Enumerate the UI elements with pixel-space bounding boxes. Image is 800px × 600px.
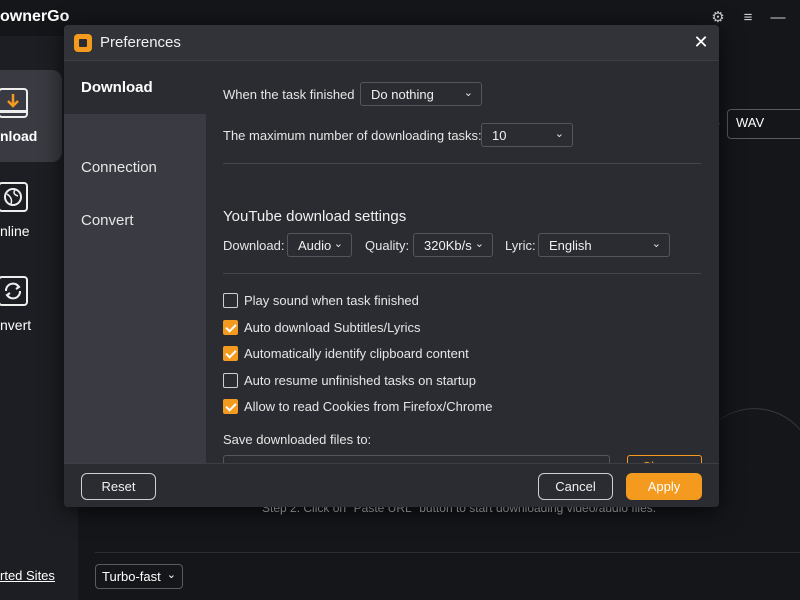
- max-tasks-value: 10: [492, 128, 507, 143]
- reset-button[interactable]: Reset: [81, 473, 156, 500]
- checkbox-label: Play sound when task finished: [244, 293, 419, 308]
- convert-icon: [0, 276, 28, 306]
- yt-download-label: Download:: [223, 238, 285, 253]
- tab-convert[interactable]: Convert: [64, 194, 206, 247]
- yt-quality-select[interactable]: 320Kb/s ⌄: [413, 233, 493, 257]
- globe-icon: [0, 182, 28, 212]
- yt-quality-value: 320Kb/s: [424, 238, 472, 253]
- app-title: ownerGo: [0, 8, 70, 25]
- task-finished-value: Do nothing: [371, 87, 434, 102]
- sidebar-item-convert[interactable]: nvert: [0, 272, 62, 342]
- window-controls: ⚙ ≡ —: [710, 10, 786, 26]
- sidebar-item-label: nline: [0, 223, 30, 239]
- gear-icon[interactable]: ⚙: [710, 10, 726, 26]
- checkbox-label: Auto resume unfinished tasks on startup: [244, 373, 476, 388]
- dialog-title: Preferences: [100, 34, 181, 51]
- checkbox-box[interactable]: [223, 320, 238, 335]
- section-divider: [223, 163, 701, 164]
- checkbox-box[interactable]: [223, 399, 238, 414]
- youtube-section-title: YouTube download settings: [223, 208, 407, 225]
- yt-lyric-value: English: [549, 238, 592, 253]
- sidebar-item-download[interactable]: nload: [0, 70, 62, 162]
- tab-connection[interactable]: Connection: [64, 141, 206, 194]
- yt-quality-label: Quality:: [365, 238, 410, 253]
- cancel-button[interactable]: Cancel: [538, 473, 613, 500]
- yt-lyric-select[interactable]: English ⌄: [538, 233, 670, 257]
- sidebar-item-label: nload: [0, 128, 38, 144]
- download-settings-panel: When the task finished Do nothing ⌄ The …: [206, 61, 719, 480]
- yt-lyric-label: Lyric:: [505, 238, 536, 253]
- speed-value: Turbo-fast: [102, 569, 161, 584]
- minimize-icon[interactable]: —: [770, 10, 786, 26]
- checkbox-box[interactable]: [223, 346, 238, 361]
- max-tasks-label: The maximum number of downloading tasks:: [223, 128, 482, 143]
- apply-button[interactable]: Apply: [626, 473, 702, 500]
- chevron-down-icon: ⌄: [651, 238, 661, 250]
- chevron-down-icon: ⌄: [333, 238, 343, 250]
- yt-download-value: Audio: [298, 238, 332, 253]
- bottom-divider: [95, 552, 800, 553]
- section-divider: [223, 273, 701, 274]
- chevron-down-icon: ⌄: [554, 128, 564, 140]
- checkbox-box[interactable]: [223, 373, 238, 388]
- checkbox-box[interactable]: [223, 293, 238, 308]
- speed-select[interactable]: Turbo-fast ⌄: [95, 564, 183, 589]
- task-finished-label: When the task finished: [223, 87, 355, 102]
- chevron-down-icon: ⌄: [474, 238, 484, 250]
- checkbox-label: Auto download Subtitles/Lyrics: [244, 320, 421, 335]
- supported-sites-link[interactable]: rted Sites: [0, 568, 55, 583]
- app-logo-icon: [74, 34, 92, 52]
- format-select[interactable]: WAV: [727, 109, 800, 139]
- yt-download-select[interactable]: Audio ⌄: [287, 233, 352, 257]
- dialog-footer: Reset Cancel Apply: [64, 463, 719, 507]
- save-path-label: Save downloaded files to:: [223, 432, 372, 447]
- checkbox-label: Allow to read Cookies from Firefox/Chrom…: [244, 399, 493, 414]
- chevron-down-icon: ⌄: [463, 87, 473, 99]
- checkbox-label: Automatically identify clipboard content: [244, 346, 469, 361]
- task-finished-select[interactable]: Do nothing ⌄: [360, 82, 482, 106]
- preferences-nav: Download Connection Convert: [64, 61, 206, 463]
- chevron-down-icon: ⌄: [166, 569, 176, 581]
- dialog-header: Preferences ✕: [64, 25, 719, 61]
- sidebar-item-label: nvert: [0, 317, 32, 333]
- download-icon: [0, 88, 28, 118]
- sidebar-item-online[interactable]: nline: [0, 178, 62, 248]
- close-icon[interactable]: ✕: [691, 32, 711, 52]
- tab-download[interactable]: Download: [64, 61, 206, 114]
- menu-icon[interactable]: ≡: [740, 10, 756, 26]
- max-tasks-select[interactable]: 10 ⌄: [481, 123, 573, 147]
- preferences-dialog: Preferences ✕ Download Connection Conver…: [64, 25, 719, 507]
